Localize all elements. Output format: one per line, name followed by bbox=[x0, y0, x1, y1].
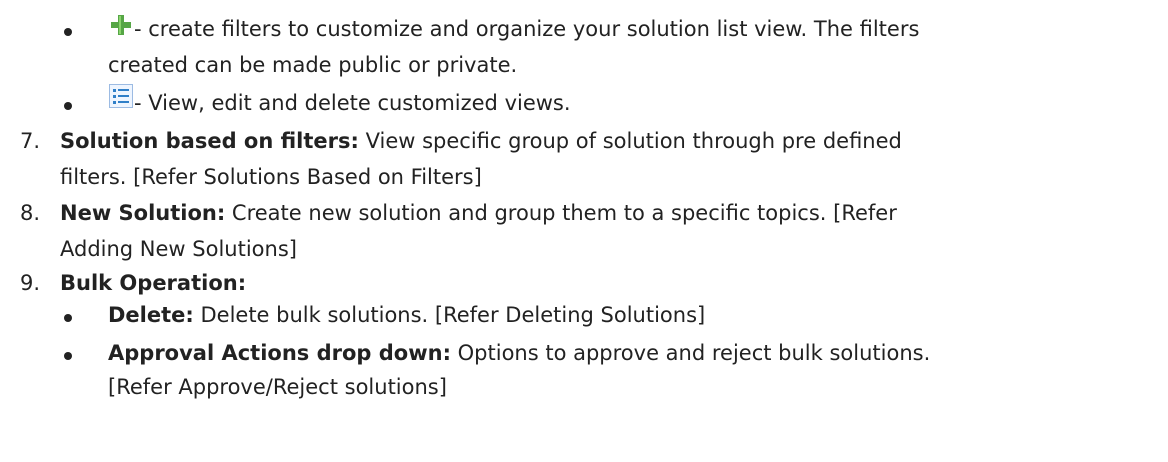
sub-item-title: Delete: bbox=[108, 303, 194, 327]
list-item: New Solution: Create new solution and gr… bbox=[60, 198, 897, 228]
bullet-dot bbox=[64, 28, 72, 36]
green-plus-icon bbox=[110, 14, 132, 36]
item-title: New Solution: bbox=[60, 201, 226, 225]
item-text-continued: filters. [Refer Solutions Based on Filte… bbox=[60, 165, 482, 189]
document-page: - create filters to customize and organi… bbox=[0, 0, 1168, 462]
bullet-dot bbox=[64, 102, 72, 110]
sub-item-title: Approval Actions drop down: bbox=[108, 341, 451, 365]
sub-item-text-continued: [Refer Approve/Reject solutions] bbox=[108, 375, 447, 399]
item-title: Bulk Operation: bbox=[60, 271, 247, 295]
sub-item-text: Options to approve and reject bulk solut… bbox=[450, 341, 931, 365]
sub-item-text: Delete bulk solutions. [Refer Deleting S… bbox=[193, 303, 706, 327]
item-text-continued: Adding New Solutions] bbox=[60, 237, 297, 261]
item-number: 8. bbox=[20, 201, 41, 225]
list-item: Solution based on filters: View specific… bbox=[60, 126, 902, 156]
bullet-text-line: created can be made public or private. bbox=[108, 53, 518, 77]
list-item: Bulk Operation: bbox=[60, 268, 246, 298]
bullet-text-line: - View, edit and delete customized views… bbox=[134, 91, 571, 115]
sub-list-item: Delete: Delete bulk solutions. [Refer De… bbox=[108, 300, 705, 330]
item-text: Create new solution and group them to a … bbox=[225, 201, 897, 225]
item-number: 7. bbox=[20, 129, 41, 153]
sub-list-item: Approval Actions drop down: Options to a… bbox=[108, 338, 930, 368]
list-view-icon bbox=[109, 84, 133, 108]
bullet-text-line: - create filters to customize and organi… bbox=[134, 17, 920, 41]
bullet-dot bbox=[64, 314, 72, 322]
item-text: View specific group of solution through … bbox=[358, 129, 902, 153]
item-title: Solution based on filters: bbox=[60, 129, 359, 153]
item-number: 9. bbox=[20, 271, 41, 295]
bullet-dot bbox=[64, 352, 72, 360]
